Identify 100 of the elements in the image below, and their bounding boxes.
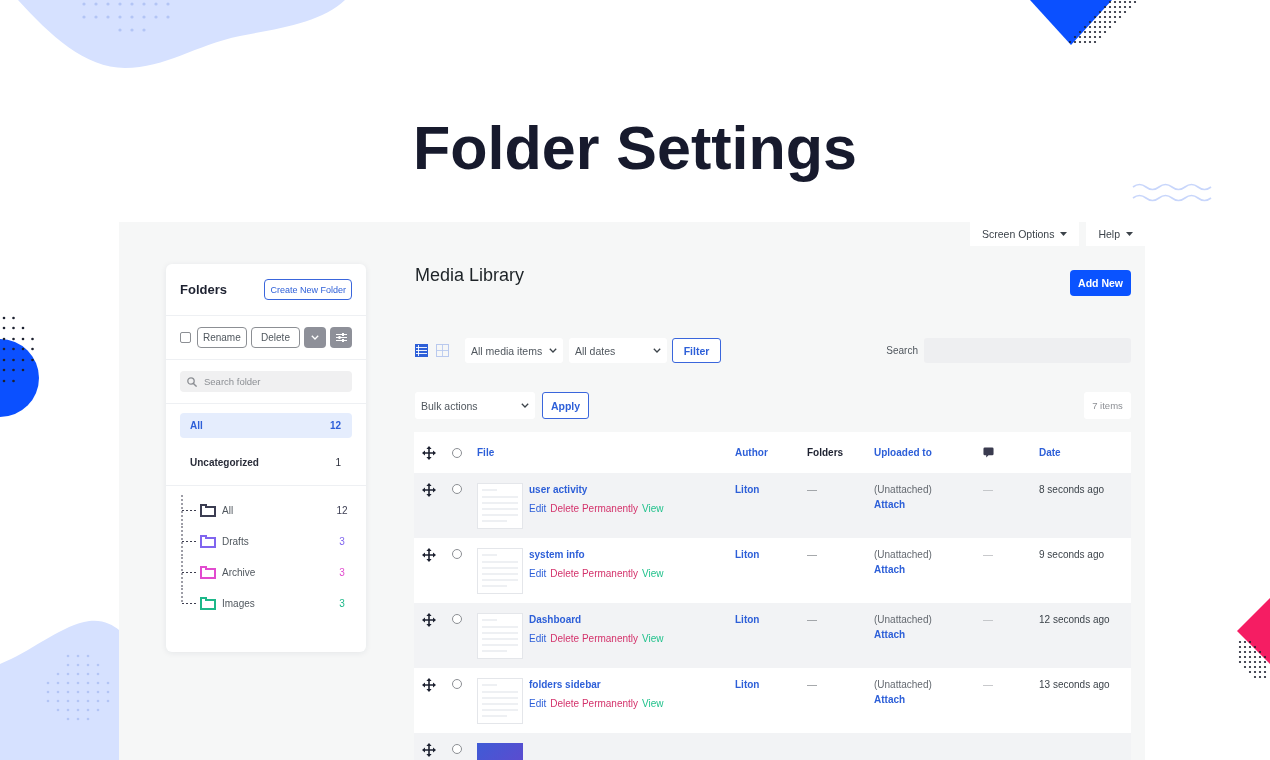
tree-connector	[181, 495, 199, 526]
author-link[interactable]: Liton	[735, 679, 760, 690]
delete-link[interactable]: Delete Permanently	[550, 697, 639, 711]
move-icon[interactable]	[422, 613, 436, 627]
comment-count: —	[983, 679, 993, 690]
screenshot-thumbnail	[477, 548, 523, 594]
dot-pattern-drawing	[1238, 640, 1267, 679]
comment-count: —	[983, 484, 993, 495]
delete-link[interactable]: Delete Permanently	[550, 567, 639, 581]
image-thumbnail	[477, 743, 523, 760]
toolbar-button[interactable]: Delete	[250, 327, 301, 348]
attach-link[interactable]: Attach	[874, 693, 983, 707]
folder-name[interactable]: Images	[222, 598, 255, 609]
column-header[interactable]: Date	[1039, 447, 1061, 458]
folders-title: Folders	[180, 282, 227, 297]
caret-icon	[1060, 232, 1068, 236]
folder-name[interactable]: Archive	[222, 567, 256, 578]
folder-name[interactable]: All	[222, 505, 234, 516]
move-icon[interactable]	[422, 483, 436, 497]
folders-value: —	[807, 484, 817, 495]
search-field[interactable]: Search folder	[180, 371, 352, 392]
edit-link[interactable]: Edit	[529, 502, 547, 516]
radio-button[interactable]	[452, 679, 462, 689]
dropdown-select[interactable]: All dates	[569, 338, 667, 363]
upload-date: 12 seconds ago	[1039, 614, 1110, 625]
upload-date: 13 seconds ago	[1039, 679, 1110, 690]
attach-link[interactable]: Attach	[874, 498, 983, 512]
screenshot-thumbnail	[477, 483, 523, 529]
screen-tab[interactable]: Help	[1086, 222, 1145, 246]
file-name-link[interactable]: user activity	[529, 483, 664, 497]
comment-count: —	[983, 614, 993, 625]
item-count: 7 items	[1084, 392, 1131, 419]
attachment-status: (Unattached)	[874, 678, 933, 692]
dot-pattern-drawing	[1068, 0, 1137, 44]
comment-count: —	[983, 549, 993, 560]
attach-link[interactable]: Attach	[874, 563, 983, 577]
radio-button[interactable]	[452, 447, 462, 458]
toolbar-button[interactable]: Rename	[197, 327, 247, 348]
delete-link[interactable]: Delete Permanently	[550, 502, 639, 516]
file-name-link[interactable]: Dashboard	[529, 613, 664, 627]
list-view-icon[interactable]	[415, 344, 428, 357]
radio-button[interactable]	[452, 614, 462, 624]
move-icon[interactable]	[422, 548, 436, 562]
checkbox[interactable]	[180, 332, 191, 343]
screen-tab[interactable]: Screen Options	[970, 222, 1080, 246]
sliders-icon	[335, 333, 347, 342]
settings-button[interactable]	[330, 327, 352, 348]
move-icon[interactable]	[422, 678, 436, 692]
create-folder-button[interactable]: Create New Folder	[264, 279, 352, 300]
upload-date: 8 seconds ago	[1039, 484, 1105, 495]
edit-link[interactable]: Edit	[529, 697, 547, 711]
caret-icon	[1126, 232, 1133, 236]
search-icon	[187, 376, 197, 387]
page-heading: Media Library	[415, 264, 525, 286]
dropdown-button[interactable]	[304, 327, 327, 348]
folder-count: 1	[335, 457, 341, 468]
folder-count: 3	[338, 567, 346, 578]
chevron-down-icon	[311, 335, 320, 340]
move-icon[interactable]	[422, 743, 436, 757]
edit-link[interactable]: Edit	[529, 632, 547, 646]
author-link[interactable]: Liton	[735, 484, 760, 495]
attach-link[interactable]: Attach	[874, 628, 983, 642]
folders-value: —	[807, 614, 817, 625]
filter-button[interactable]: Filter	[672, 338, 721, 363]
screenshot-thumbnail	[477, 678, 523, 724]
folders-value: —	[807, 549, 817, 560]
radio-button[interactable]	[452, 549, 462, 559]
folders-value: —	[807, 679, 817, 690]
delete-link[interactable]: Delete Permanently	[550, 632, 639, 646]
radio-button[interactable]	[452, 484, 462, 494]
upload-date: 9 seconds ago	[1039, 549, 1105, 560]
author-link[interactable]: Liton	[735, 549, 760, 560]
folder-filter-item[interactable]: Uncategorized 1	[180, 450, 352, 475]
folder-count: 12	[329, 420, 341, 431]
folder-name[interactable]: Drafts	[222, 536, 249, 547]
folder-count: 12	[335, 505, 349, 516]
radio-button[interactable]	[452, 744, 462, 754]
dropdown-select[interactable]: All media items	[465, 338, 563, 363]
attachment-status: (Unattached)	[874, 613, 933, 627]
folder-filter-item[interactable]: All 12	[180, 413, 352, 438]
column-header[interactable]: Uploaded to	[874, 447, 932, 458]
bulk-actions-select[interactable]: Bulk actions	[415, 392, 535, 419]
column-header[interactable]: Author	[735, 447, 768, 458]
attachment-status: (Unattached)	[874, 483, 933, 497]
chevron-down-icon	[653, 348, 661, 353]
add-new-button[interactable]: Add New	[1070, 270, 1131, 296]
attachment-status: (Unattached)	[874, 548, 933, 562]
page-title: Folder Settings	[413, 113, 857, 183]
file-name-link[interactable]: system info	[529, 548, 664, 562]
folder-count: 3	[338, 536, 346, 547]
column-header[interactable]: File	[477, 447, 495, 458]
author-link[interactable]: Liton	[735, 614, 760, 625]
chevron-down-icon	[549, 348, 557, 353]
tree-connector	[181, 526, 199, 557]
apply-button[interactable]: Apply	[542, 392, 589, 419]
dot-pattern-drawing	[46, 654, 110, 721]
move-icon[interactable]	[422, 445, 436, 460]
file-name-link[interactable]: folders sidebar	[529, 678, 664, 692]
edit-link[interactable]: Edit	[529, 567, 547, 581]
dot-pattern-drawing	[2, 316, 34, 383]
